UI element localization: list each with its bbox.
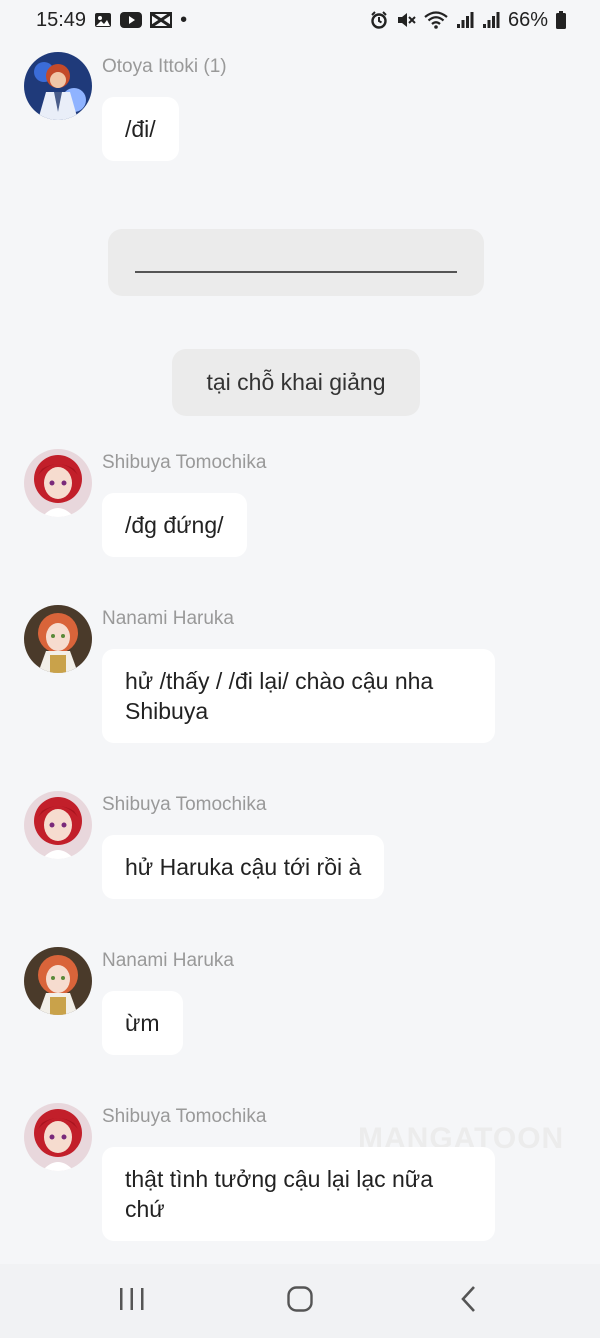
home-icon xyxy=(287,1285,313,1317)
message-bubble[interactable]: hử /thấy / /đi lại/ chào cậu nha Shibuya xyxy=(102,649,495,743)
navigation-bar xyxy=(0,1264,600,1338)
message-bubble[interactable]: /đi/ xyxy=(102,97,179,161)
status-bar: 15:49 • 66% xyxy=(0,0,600,40)
message-bubble[interactable]: /đg đứng/ xyxy=(102,493,247,557)
youtube-icon xyxy=(120,12,143,28)
battery-percent: 66% xyxy=(507,8,548,31)
gallery-icon xyxy=(94,12,112,28)
alarm-icon xyxy=(370,11,388,29)
avatar[interactable] xyxy=(24,947,92,1015)
avatar[interactable] xyxy=(24,605,92,673)
avatar[interactable] xyxy=(24,1103,92,1171)
wifi-icon xyxy=(424,11,448,29)
blank-line xyxy=(135,271,457,273)
message-bubble[interactable]: thật tình tưởng cậu lại lạc nữa chứ xyxy=(102,1147,495,1241)
sender-name: Shibuya Tomochika xyxy=(102,794,267,815)
system-message: tại chỗ khai giảng xyxy=(172,349,420,416)
sender-name: Shibuya Tomochika xyxy=(102,452,267,473)
capcut-icon xyxy=(150,12,173,28)
signal-icon xyxy=(482,11,500,29)
avatar[interactable] xyxy=(24,52,92,120)
avatar[interactable] xyxy=(24,791,92,859)
battery-icon xyxy=(556,11,566,29)
sender-name: Nanami Haruka xyxy=(102,608,234,629)
clock: 15:49 xyxy=(36,8,87,31)
notification-dot: • xyxy=(180,8,188,31)
mute-icon xyxy=(396,11,416,29)
sender-name: Nanami Haruka xyxy=(102,950,234,971)
message-bubble[interactable]: ừm xyxy=(102,991,183,1055)
message-bubble[interactable]: hử Haruka cậu tới rồi à xyxy=(102,835,385,899)
recent-apps-icon xyxy=(119,1287,145,1316)
back-button[interactable] xyxy=(436,1264,500,1338)
recent-apps-button[interactable] xyxy=(100,1264,164,1338)
signal-icon xyxy=(456,11,474,29)
sender-name: Otoya Ittoki (1) xyxy=(102,56,227,77)
status-right: 66% xyxy=(370,9,566,32)
system-message-blank xyxy=(108,229,484,296)
home-button[interactable] xyxy=(268,1264,332,1338)
avatar[interactable] xyxy=(24,449,92,517)
sender-name: Shibuya Tomochika xyxy=(102,1106,267,1127)
status-left: 15:49 • xyxy=(36,9,187,32)
back-icon xyxy=(460,1285,476,1318)
